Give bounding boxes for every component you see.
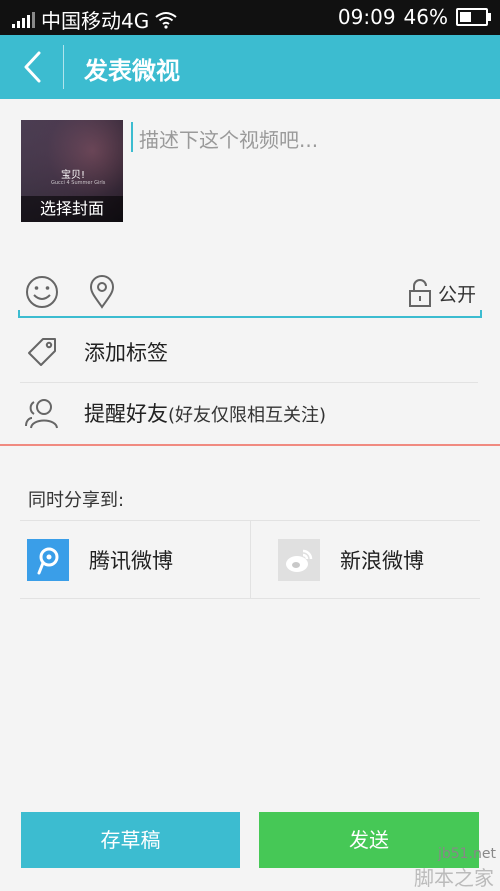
share-tencent-weibo[interactable]: 腾讯微博 [27, 539, 173, 581]
sina-weibo-icon [278, 539, 320, 581]
sina-weibo-glyph [286, 549, 313, 572]
emoji-icon[interactable] [24, 274, 60, 310]
share-sina-weibo[interactable]: 新浪微博 [278, 539, 424, 581]
location-pin-icon[interactable] [84, 274, 120, 310]
compose-toolbar: 公开 [18, 270, 482, 318]
watermark-text: 脚本之家 [414, 866, 494, 890]
signal-icon [12, 11, 35, 28]
mention-friends-row[interactable]: 提醒好友(好友仅限相互关注) [20, 383, 478, 443]
share-label: 同时分享到: [28, 490, 125, 511]
mention-friends-label: 提醒好友(好友仅限相互关注) [84, 398, 326, 428]
back-button[interactable] [10, 35, 54, 99]
status-left: 中国移动4G [12, 5, 177, 34]
tencent-weibo-icon [27, 539, 69, 581]
mention-note: (好友仅限相互关注) [168, 405, 327, 426]
tag-icon [28, 338, 56, 366]
battery-icon [456, 8, 491, 26]
page-title: 发表微视 [84, 57, 180, 85]
cover-overlay-subtitle: Gucci 4 Summer Girls [51, 180, 106, 186]
share-options: 腾讯微博 新浪微博 [20, 520, 480, 599]
carrier-label: 中国移动4G [41, 9, 150, 33]
unlock-icon [408, 279, 431, 307]
privacy-toggle[interactable]: 公开 [408, 278, 476, 308]
section-divider [0, 444, 500, 446]
tencent-weibo-label: 腾讯微博 [89, 549, 173, 573]
chevron-left-icon [24, 51, 41, 83]
share-divider [250, 521, 251, 598]
clock: 09:09 [337, 5, 396, 29]
watermark-url: jb51.net [437, 846, 496, 862]
underline-left-tick [18, 310, 20, 318]
battery-percent: 46% [403, 5, 448, 29]
underline-right-tick [480, 310, 482, 318]
sina-weibo-label: 新浪微博 [340, 549, 424, 573]
wifi-icon [155, 11, 177, 29]
add-tag-row[interactable]: 添加标签 [20, 322, 478, 383]
title-divider [63, 45, 64, 89]
description-input[interactable] [133, 118, 479, 234]
save-draft-button[interactable]: 存草稿 [21, 812, 240, 868]
cover-selector[interactable]: 宝贝! Gucci 4 Summer Girls 选择封面 [21, 120, 123, 222]
status-bar: 中国移动4G 09:09 46% [0, 0, 500, 35]
privacy-label: 公开 [437, 283, 476, 306]
title-bar: 发表微视 [0, 35, 500, 99]
mention-title: 提醒好友 [84, 402, 168, 426]
status-right: 09:09 46% [337, 5, 491, 29]
cover-overlay-title: 宝贝! [61, 170, 86, 181]
add-tag-label: 添加标签 [84, 341, 168, 365]
select-cover-label: 选择封面 [21, 196, 123, 222]
input-underline [18, 316, 482, 318]
tencent-weibo-glyph [37, 547, 59, 575]
friends-icon [25, 399, 58, 429]
